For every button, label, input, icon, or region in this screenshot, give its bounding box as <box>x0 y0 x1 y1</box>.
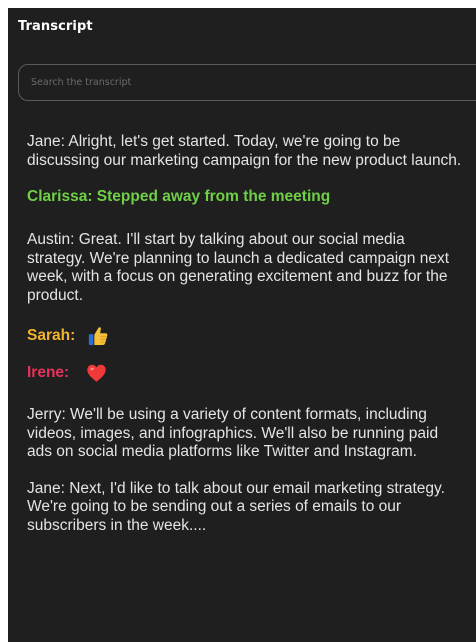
transcript-entry-jane-2: Jane: Next, I'd like to talk about our e… <box>27 479 445 534</box>
search-box[interactable] <box>18 64 476 101</box>
status-message-clarissa: Clarissa: Stepped away from the meeting <box>27 188 331 205</box>
panel-title: Transcript <box>18 19 93 34</box>
search-input[interactable] <box>19 65 476 100</box>
panel-header: Transcript <box>8 8 476 52</box>
thumbs-up-icon <box>87 325 109 347</box>
transcript-entry-jane-1: Jane: Alright, let's get started. Today,… <box>27 133 462 169</box>
transcript-entry-jerry: Jerry: We'll be using a variety of conte… <box>27 406 439 460</box>
transcript-list: Jane: Alright, let's get started. Today,… <box>27 133 467 553</box>
reaction-name-sarah: Sarah: <box>27 327 76 344</box>
reaction-sarah: Sarah: <box>27 323 467 349</box>
reaction-irene: Irene: <box>27 360 467 386</box>
transcript-panel: Transcript Jane: Alright, let's get star… <box>8 8 476 642</box>
transcript-entry-austin: Austin: Great. I'll start by talking abo… <box>27 231 450 304</box>
reaction-name-irene: Irene: <box>27 364 70 381</box>
heart-icon <box>86 363 107 383</box>
